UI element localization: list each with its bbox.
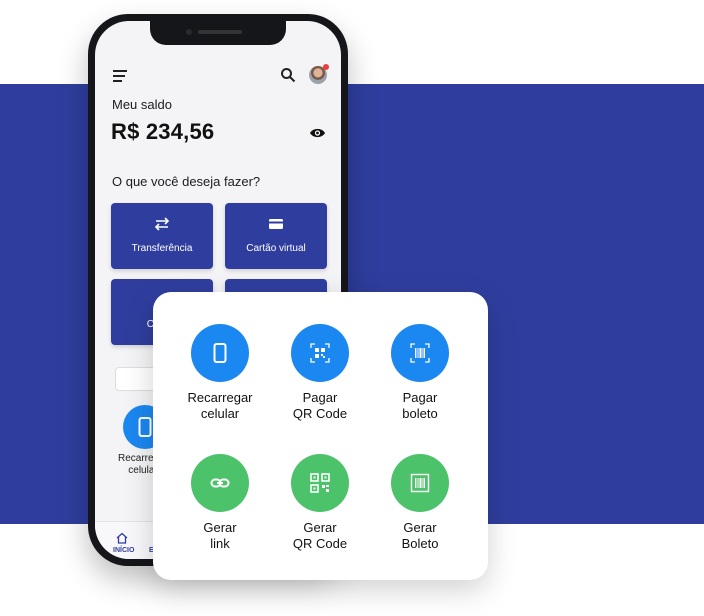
balance-value: R$ 234,56 <box>111 119 215 144</box>
notification-dot <box>323 64 329 70</box>
transfer-label: Transferência <box>131 243 193 254</box>
barcode-icon <box>410 473 430 493</box>
tile-circle <box>391 454 449 512</box>
tile-label: Gerar QR Code <box>292 520 348 551</box>
tile-label: Pagar QR Code <box>292 390 348 421</box>
tile-generate-boleto[interactable]: Gerar Boleto <box>370 454 470 552</box>
link-icon <box>210 478 230 488</box>
tile-circle <box>391 324 449 382</box>
tile-circle <box>191 324 249 382</box>
tile-pay-qr[interactable]: Pagar QR Code <box>270 324 370 422</box>
phone-notch <box>150 21 286 45</box>
actions-heading: O que você deseja fazer? <box>112 174 261 189</box>
barcode-scan-icon <box>410 343 430 363</box>
virtual-card-label: Cartão virtual <box>246 243 306 254</box>
virtual-card-button[interactable]: Cartão virtual <box>225 203 327 269</box>
quick-actions-panel: Recarregar celular Pagar QR Code Pagar bole… <box>153 292 488 580</box>
eye-icon[interactable] <box>309 127 326 139</box>
card-icon <box>269 219 283 229</box>
transfer-button[interactable]: Transferência <box>111 203 213 269</box>
phone-icon <box>213 343 227 363</box>
tile-circle <box>291 454 349 512</box>
qr-icon <box>310 473 330 493</box>
menu-icon[interactable] <box>113 70 127 85</box>
phone-icon <box>138 417 152 437</box>
balance-label: Meu saldo <box>112 97 172 112</box>
tile-circle <box>291 324 349 382</box>
tile-label: Pagar boleto <box>402 390 438 421</box>
transfer-icon <box>154 217 170 231</box>
tile-generate-qr[interactable]: Gerar QR Code <box>270 454 370 552</box>
search-icon[interactable] <box>280 67 296 83</box>
nav-home-label[interactable]: INÍCIO <box>113 547 134 554</box>
home-icon[interactable] <box>116 532 128 544</box>
tile-generate-link[interactable]: Gerar link <box>170 454 270 552</box>
tile-label: Recarregar celular <box>187 390 253 421</box>
avatar[interactable] <box>309 64 329 84</box>
tile-label: Gerar link <box>203 520 237 551</box>
qr-scan-icon <box>310 343 330 363</box>
tile-circle <box>191 454 249 512</box>
tile-label: Gerar Boleto <box>401 520 439 551</box>
tile-recharge-phone[interactable]: Recarregar celular <box>170 324 270 422</box>
tile-pay-boleto[interactable]: Pagar boleto <box>370 324 470 422</box>
